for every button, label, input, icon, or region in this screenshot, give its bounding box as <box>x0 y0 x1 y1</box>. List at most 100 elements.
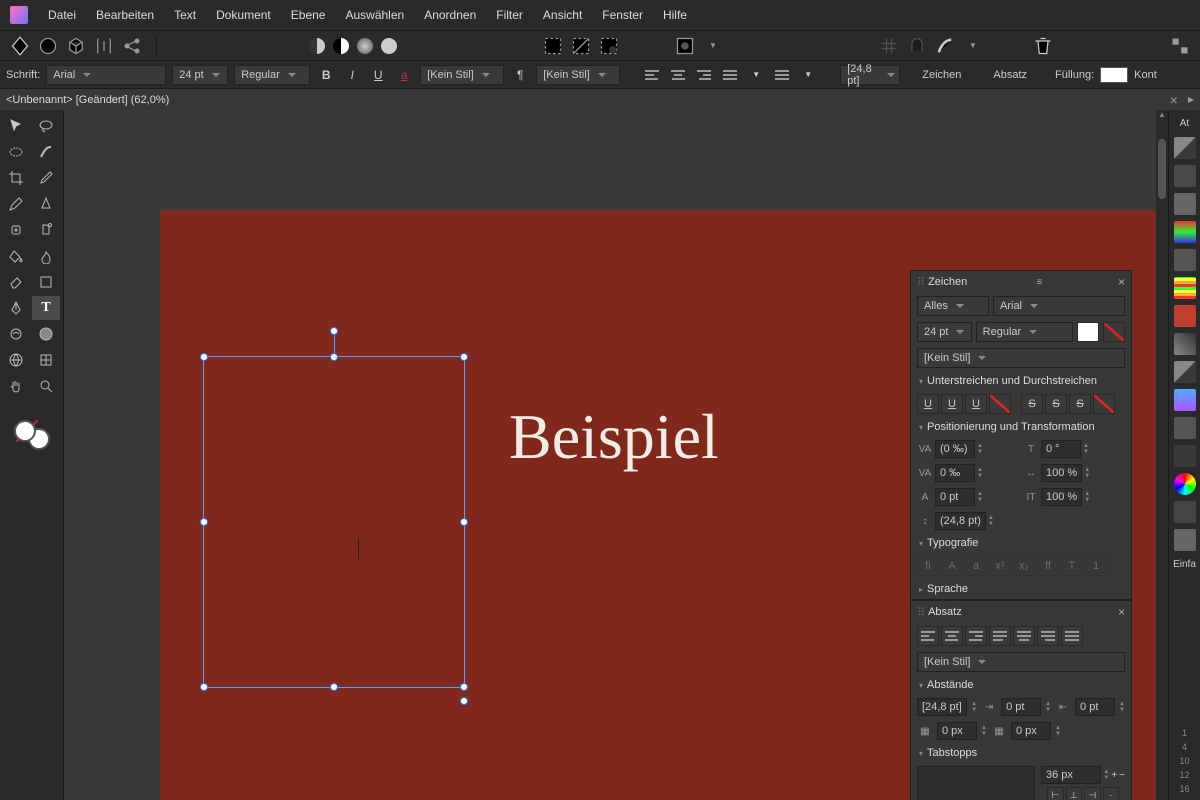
sharpen-tool[interactable] <box>32 192 60 216</box>
section-abstaende[interactable]: Abstände <box>911 675 1131 695</box>
chevron-down-icon[interactable]: ▼ <box>963 36 983 56</box>
vscale-input[interactable]: 100 % <box>1041 488 1082 506</box>
pencil-tool[interactable] <box>2 192 30 216</box>
font-weight-dropdown[interactable]: Regular <box>234 65 310 85</box>
typo-btn[interactable]: T <box>1061 556 1083 576</box>
para-justify-all[interactable] <box>1061 626 1083 646</box>
tab-center[interactable]: ⊥ <box>1066 787 1083 800</box>
para-align-center[interactable] <box>941 626 963 646</box>
studio-layers[interactable] <box>1174 165 1196 187</box>
align-more-button[interactable]: ▼ <box>746 65 766 85</box>
menu-hilfe[interactable]: Hilfe <box>663 8 687 22</box>
section-tabstops[interactable]: Tabstopps <box>911 743 1131 763</box>
menu-anordnen[interactable]: Anordnen <box>424 8 476 22</box>
spinner[interactable]: ▲▼ <box>1055 725 1061 737</box>
tab-decimal[interactable]: · <box>1103 787 1120 800</box>
blend-4-icon[interactable] <box>381 38 397 54</box>
share-icon[interactable] <box>122 36 142 56</box>
spinner[interactable]: ▲▼ <box>1103 769 1109 781</box>
underline1-button[interactable]: U <box>917 394 939 414</box>
strike-color[interactable] <box>1093 394 1115 414</box>
para-leading-input[interactable]: [24,8 pt] <box>917 698 967 716</box>
tabstop-area[interactable] <box>917 766 1035 800</box>
charstyle-panel-dropdown[interactable]: [Kein Stil] <box>917 348 1125 368</box>
handle-br[interactable] <box>460 683 468 691</box>
typo-btn[interactable]: A <box>941 556 963 576</box>
panel-close-button[interactable]: × <box>1118 275 1125 289</box>
text-tool[interactable]: T <box>32 296 60 320</box>
para-align-right[interactable] <box>965 626 987 646</box>
font-size-dropdown[interactable]: 24 pt <box>172 65 228 85</box>
tracking-input[interactable]: 0 ‰ <box>935 464 975 482</box>
section-underline[interactable]: Unterstreichen und Durchstreichen <box>911 371 1131 391</box>
leading-dropdown[interactable]: [24,8 pt] <box>840 65 900 85</box>
handle-ml[interactable] <box>200 518 208 526</box>
paint-tool[interactable] <box>32 140 60 164</box>
scroll-up-icon[interactable]: ▲ <box>1158 110 1166 119</box>
brush-pref-icon[interactable] <box>935 36 955 56</box>
studio-color[interactable] <box>1174 473 1196 495</box>
kerning-spinner[interactable]: ▲▼ <box>977 443 983 455</box>
hscale-spinner[interactable]: ▲▼ <box>1084 467 1090 479</box>
baseline-input[interactable]: 0 pt <box>935 488 975 506</box>
indent-left-input[interactable]: 0 pt <box>1001 698 1041 716</box>
vertical-scrollbar[interactable]: ▲ <box>1156 110 1168 800</box>
typo-btn[interactable]: fi <box>917 556 939 576</box>
section-typo[interactable]: Typografie <box>911 533 1131 553</box>
para-align-left[interactable] <box>917 626 939 646</box>
shape-tool[interactable] <box>32 270 60 294</box>
panel-menu-icon[interactable]: ≡ <box>1037 277 1043 288</box>
pilcrow-button[interactable]: ¶ <box>510 65 530 85</box>
studio-styles[interactable] <box>1174 277 1196 299</box>
weight-dropdown[interactable]: Regular <box>976 322 1073 342</box>
zeichen-link[interactable]: Zeichen <box>922 69 961 81</box>
move-tool[interactable] <box>2 114 30 138</box>
typo-btn[interactable]: a <box>965 556 987 576</box>
snap-icon[interactable] <box>907 36 927 56</box>
canvas[interactable]: Beispiel ⠿Zeichen ≡ × <box>64 110 1168 800</box>
para-justify-center[interactable] <box>1013 626 1035 646</box>
studio-channels[interactable] <box>1174 221 1196 243</box>
handle-bm[interactable] <box>330 683 338 691</box>
eyedropper-tool[interactable] <box>32 166 60 190</box>
handle-bl[interactable] <box>200 683 208 691</box>
menu-ansicht[interactable]: Ansicht <box>543 8 582 22</box>
tab-left[interactable]: ⊢ <box>1047 787 1064 800</box>
spinner[interactable]: ▲▼ <box>1119 701 1125 713</box>
underline-button[interactable]: U <box>368 65 388 85</box>
last-indent-input[interactable]: 0 px <box>1011 722 1051 740</box>
rotation-handle[interactable] <box>330 327 338 335</box>
fill-swatch[interactable] <box>1100 67 1128 83</box>
tracking-spinner[interactable]: ▲▼ <box>977 467 983 479</box>
crop-tool[interactable] <box>2 166 30 190</box>
panel-absatz-close[interactable]: × <box>1118 605 1125 619</box>
document-tab[interactable]: <Unbenannt> [Geändert] (62,0%) <box>6 94 169 106</box>
gradient-tool[interactable] <box>32 322 60 346</box>
textflow-handle[interactable] <box>460 697 468 705</box>
ellipse-select-tool[interactable] <box>2 140 30 164</box>
menu-text[interactable]: Text <box>174 8 196 22</box>
blend-3-icon[interactable] <box>357 38 373 54</box>
sel-rect-icon[interactable] <box>543 36 563 56</box>
para-justify-right[interactable] <box>1037 626 1059 646</box>
studio-stock[interactable] <box>1174 305 1196 327</box>
blend-2-icon[interactable] <box>333 38 349 54</box>
studio-effects[interactable] <box>1174 389 1196 411</box>
rotate-spinner[interactable]: ▲▼ <box>1083 443 1089 455</box>
strike2-button[interactable]: S <box>1045 394 1067 414</box>
handle-tm[interactable] <box>330 353 338 361</box>
chevron-down-icon[interactable]: ▼ <box>703 36 723 56</box>
hscale-input[interactable]: 100 % <box>1041 464 1082 482</box>
quicklook-icon[interactable] <box>675 36 695 56</box>
align-center-button[interactable] <box>668 65 688 85</box>
menu-dokument[interactable]: Dokument <box>216 8 271 22</box>
menu-filter[interactable]: Filter <box>496 8 523 22</box>
menu-fenster[interactable]: Fenster <box>602 8 643 22</box>
font-dropdown[interactable]: Arial <box>993 296 1125 316</box>
circle-icon[interactable] <box>38 36 58 56</box>
color-selector[interactable] <box>14 414 50 450</box>
handle-tr[interactable] <box>460 353 468 361</box>
underline-color[interactable] <box>989 394 1011 414</box>
font-family-dropdown[interactable]: Arial <box>46 65 166 85</box>
clone-tool[interactable] <box>32 218 60 242</box>
